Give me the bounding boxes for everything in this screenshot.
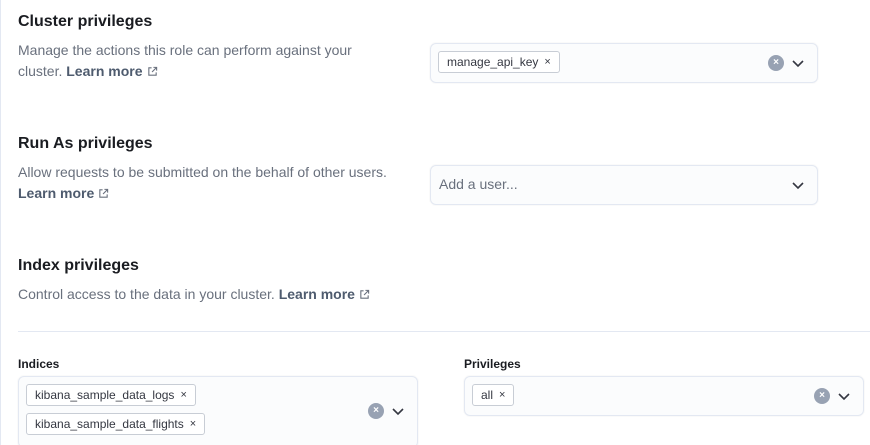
external-link-icon: [99, 188, 109, 198]
clear-selection-icon[interactable]: ×: [768, 55, 784, 71]
frame-border: [0, 0, 1, 445]
remove-chip-icon[interactable]: ×: [180, 389, 186, 401]
clear-selection-icon[interactable]: ×: [814, 388, 830, 404]
index-privileges-combobox[interactable]: all × ×: [464, 376, 864, 416]
indices-chips: kibana_sample_data_logs × kibana_sample_…: [26, 384, 206, 442]
section-divider: [18, 331, 870, 332]
run-as-privileges-section: Run As privileges Allow requests to be s…: [18, 134, 398, 204]
cluster-chips: manage_api_key ×: [438, 51, 560, 80]
privileges-label: Privileges: [464, 357, 521, 371]
index-chip: kibana_sample_data_flights ×: [26, 413, 206, 435]
cluster-privileges-description: Manage the actions this role can perform…: [18, 42, 352, 79]
chevron-down-icon[interactable]: [790, 55, 806, 71]
privilege-chip: all ×: [472, 384, 515, 406]
run-as-privileges-title: Run As privileges: [18, 135, 153, 152]
external-link-icon: [147, 66, 157, 76]
chevron-down-icon[interactable]: [790, 177, 806, 193]
cluster-privileges-section: Cluster privileges Manage the actions th…: [18, 12, 398, 82]
privileges-chips: all ×: [472, 384, 515, 413]
remove-chip-icon[interactable]: ×: [499, 389, 505, 401]
indices-label: Indices: [18, 357, 60, 371]
indices-combobox[interactable]: kibana_sample_data_logs × kibana_sample_…: [18, 376, 418, 445]
external-link-icon: [360, 289, 370, 299]
index-chip: kibana_sample_data_logs ×: [26, 384, 196, 406]
index-privileges-description: Control access to the data in your clust…: [18, 284, 618, 305]
index-learn-more-link[interactable]: Learn more: [279, 286, 355, 302]
chevron-down-icon[interactable]: [836, 388, 852, 404]
add-user-placeholder: Add a user...: [439, 176, 518, 192]
run-as-user-combobox[interactable]: Add a user...: [430, 165, 818, 205]
cluster-privileges-combobox[interactable]: manage_api_key × ×: [430, 43, 818, 83]
run-as-learn-more-link[interactable]: Learn more: [18, 185, 94, 201]
index-privileges-title: Index privileges: [18, 257, 139, 274]
remove-chip-icon[interactable]: ×: [544, 56, 550, 68]
cluster-learn-more-link[interactable]: Learn more: [66, 63, 142, 79]
index-privileges-section: Index privileges Control access to the d…: [18, 256, 618, 305]
clear-selection-icon[interactable]: ×: [368, 403, 384, 419]
chevron-down-icon[interactable]: [390, 403, 406, 419]
remove-chip-icon[interactable]: ×: [190, 418, 196, 430]
run-as-privileges-description: Allow requests to be submitted on the be…: [18, 164, 387, 201]
cluster-privileges-title: Cluster privileges: [18, 13, 153, 30]
privilege-chip: manage_api_key ×: [438, 51, 560, 73]
